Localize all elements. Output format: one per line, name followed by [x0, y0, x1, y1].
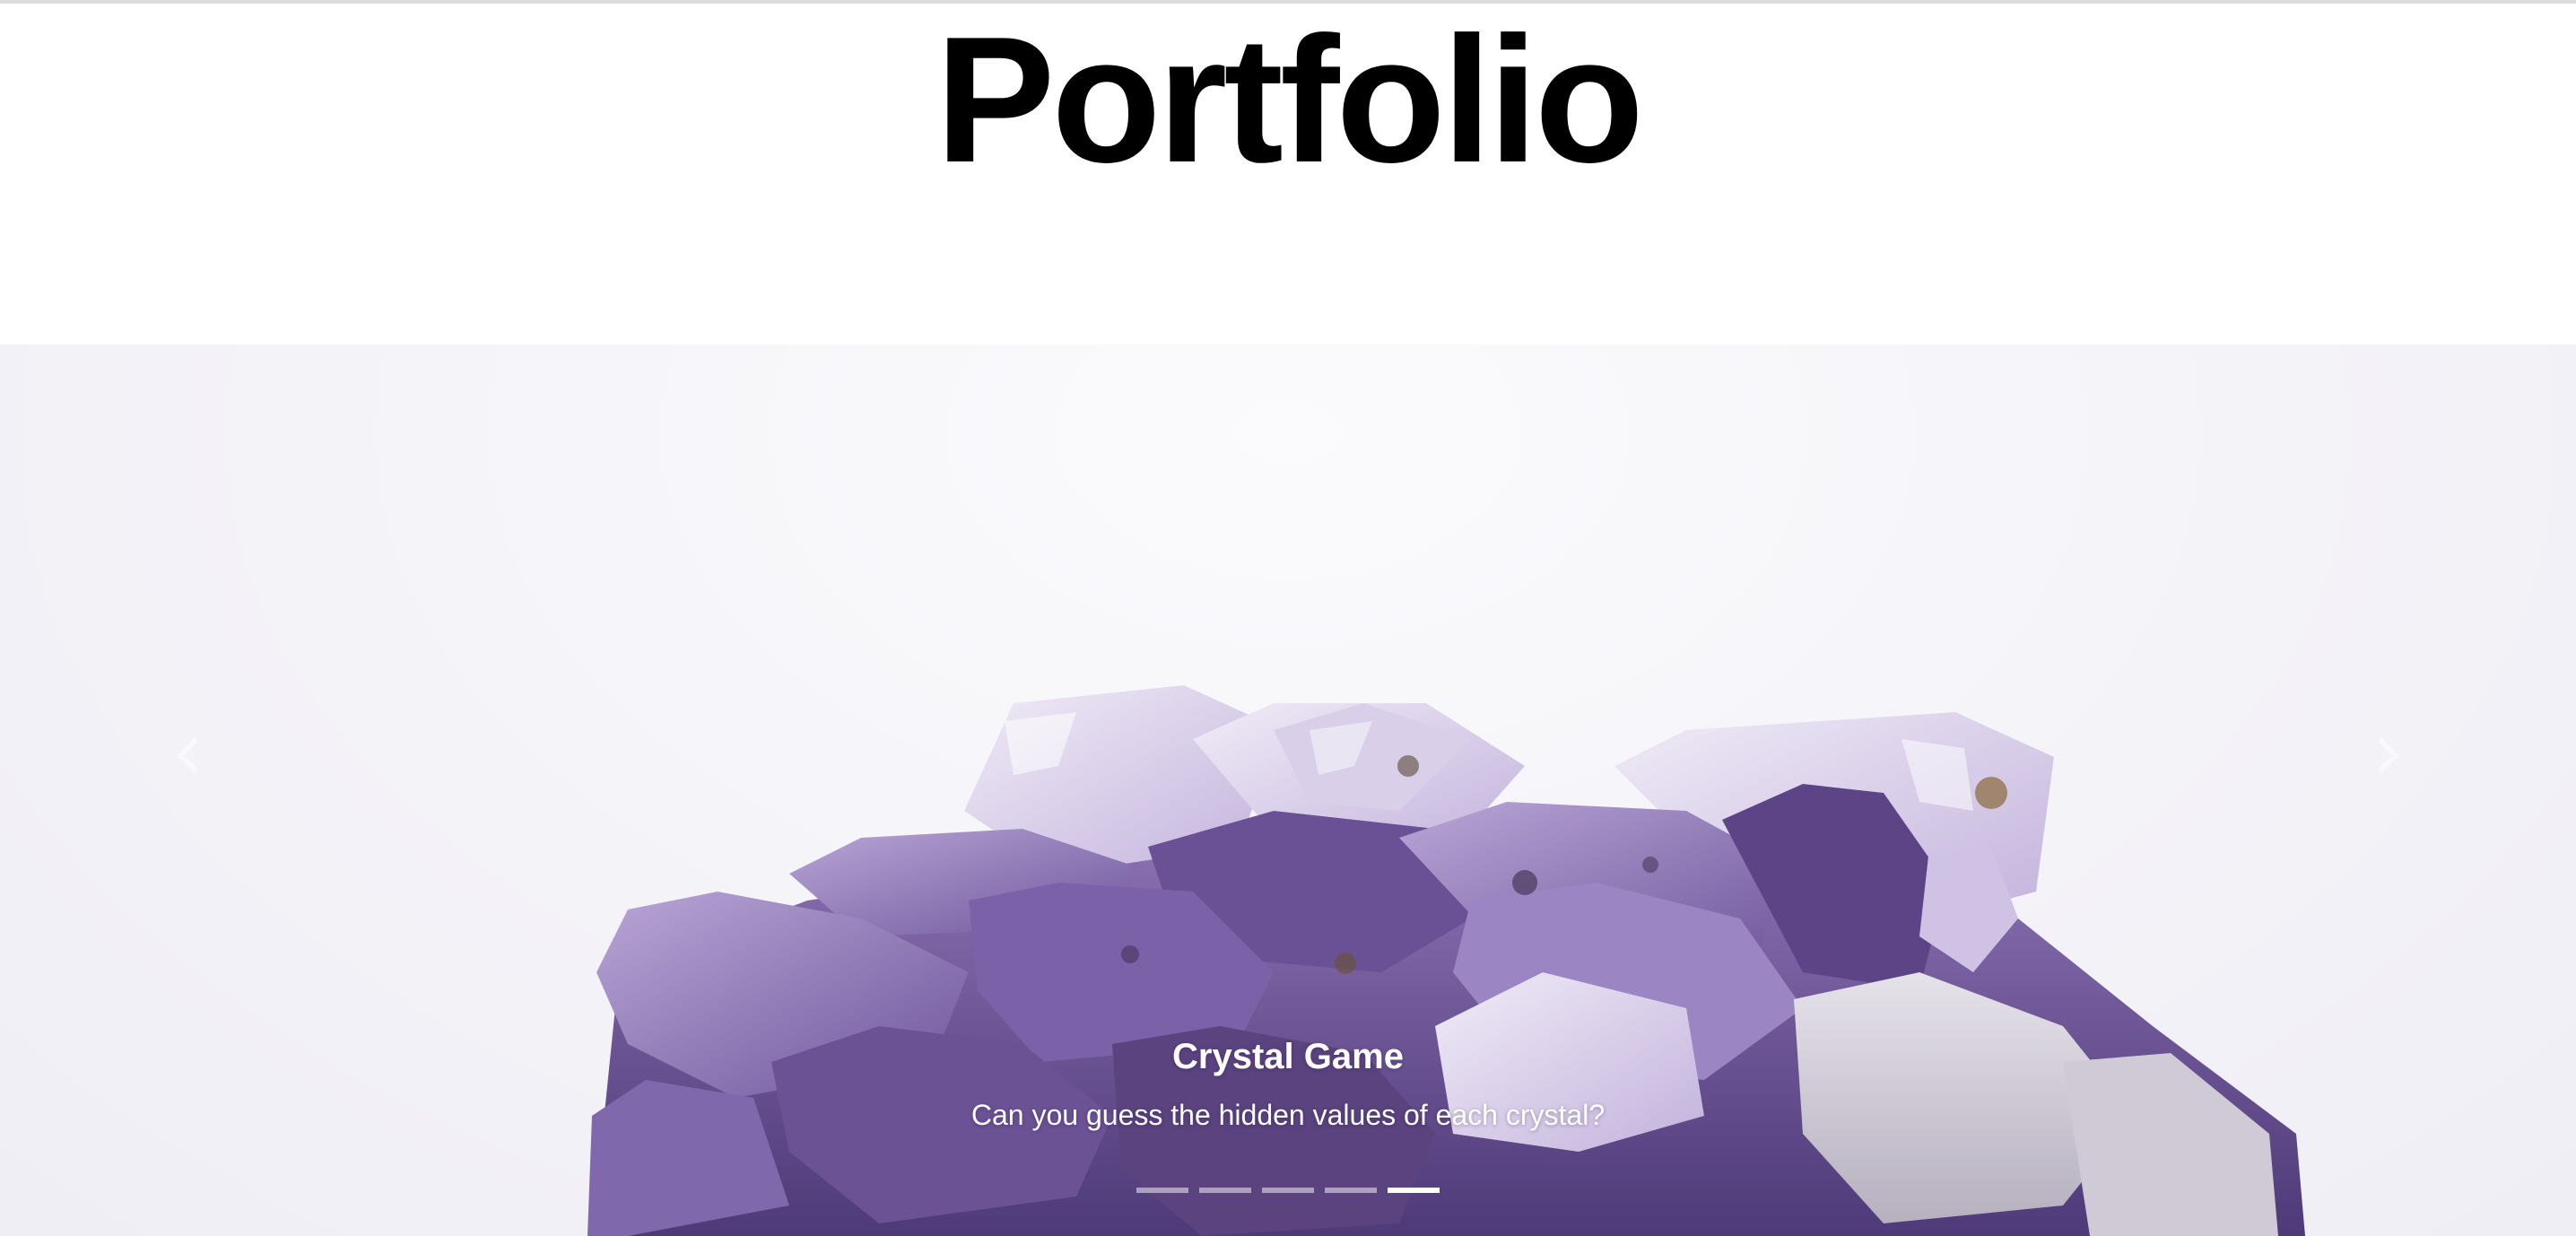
slide-title: Crystal Game	[1172, 1037, 1404, 1076]
portfolio-carousel: Crystal Game Can you guess the hidden va…	[0, 344, 2576, 1236]
chevron-right-icon	[2374, 736, 2401, 779]
carousel-prev-button[interactable]	[161, 730, 215, 784]
carousel-next-button[interactable]	[2361, 730, 2415, 784]
slide-caption: Crystal Game Can you guess the hidden va…	[0, 1035, 2576, 1132]
page-header: Portfolio	[0, 4, 2576, 344]
carousel-indicator-1[interactable]	[1136, 1188, 1188, 1193]
carousel-indicators	[0, 1188, 2576, 1193]
carousel-indicator-3[interactable]	[1262, 1188, 1314, 1193]
carousel-indicator-2[interactable]	[1199, 1188, 1251, 1193]
slide-description: Can you guess the hidden values of each …	[970, 1099, 1606, 1131]
page-title: Portfolio	[935, 0, 1644, 200]
chevron-left-icon	[175, 736, 202, 779]
carousel-indicator-5[interactable]	[1388, 1188, 1440, 1193]
carousel-indicator-4[interactable]	[1325, 1188, 1377, 1193]
